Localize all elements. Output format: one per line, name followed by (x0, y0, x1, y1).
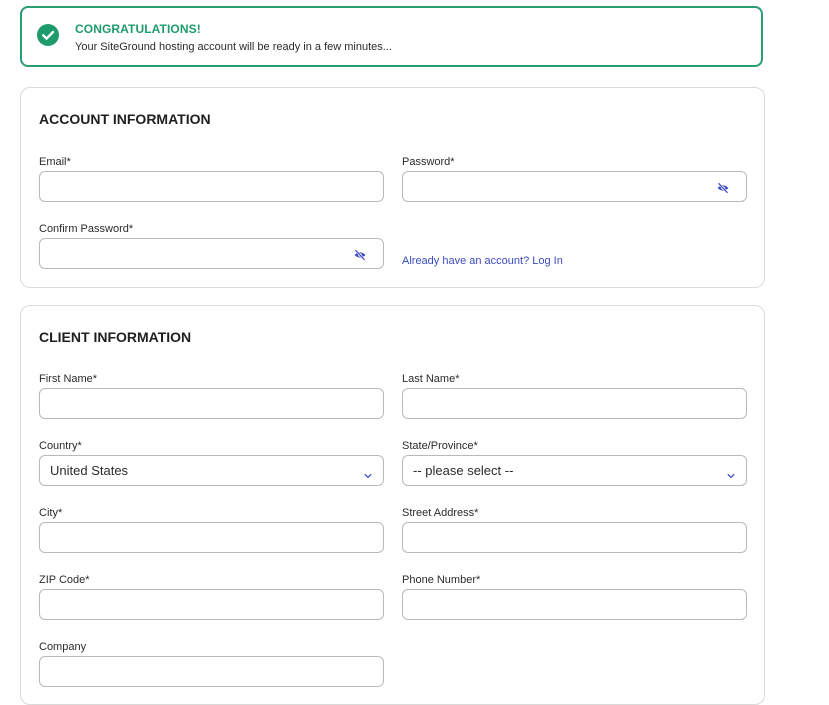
country-select[interactable]: United States (39, 455, 384, 486)
phone-number-label: Phone Number* (402, 574, 481, 586)
banner-title: CONGRATULATIONS! (75, 22, 201, 36)
first-name-label: First Name* (39, 373, 98, 385)
phone-number-input[interactable] (412, 591, 716, 620)
street-address-field[interactable] (402, 522, 747, 553)
email-input[interactable] (49, 173, 353, 202)
password-input[interactable] (412, 173, 716, 202)
email-label: Email* (39, 156, 71, 168)
zip-code-label: ZIP Code* (39, 574, 90, 586)
street-address-label: Street Address* (402, 507, 479, 519)
chevron-down-icon (727, 467, 735, 479)
confirm-password-field[interactable] (39, 238, 384, 269)
check-circle-icon (37, 24, 59, 46)
zip-code-field[interactable] (39, 589, 384, 620)
client-information-card: CLIENT INFORMATION First Name* Last Name… (20, 305, 765, 705)
eye-slash-icon[interactable] (716, 181, 730, 194)
confirm-password-input[interactable] (49, 240, 353, 269)
state-label: State/Province* (402, 440, 478, 452)
country-selected-value: United States (50, 463, 129, 478)
country-label: Country* (39, 440, 82, 452)
eye-slash-icon[interactable] (353, 248, 367, 261)
city-field[interactable] (39, 522, 384, 553)
password-field[interactable] (402, 171, 747, 202)
state-selected-value: -- please select -- (413, 463, 514, 478)
city-input[interactable] (49, 524, 353, 553)
email-field[interactable] (39, 171, 384, 202)
chevron-down-icon (364, 467, 372, 479)
zip-code-input[interactable] (49, 591, 353, 620)
first-name-input[interactable] (49, 390, 353, 419)
confirm-password-label: Confirm Password* (39, 223, 134, 235)
company-input[interactable] (49, 658, 353, 687)
street-address-input[interactable] (412, 524, 716, 553)
success-banner: CONGRATULATIONS! Your SiteGround hosting… (20, 6, 763, 67)
state-select[interactable]: -- please select -- (402, 455, 747, 486)
last-name-field[interactable] (402, 388, 747, 419)
last-name-input[interactable] (412, 390, 716, 419)
account-information-card: ACCOUNT INFORMATION Email* Password* Con… (20, 87, 765, 288)
password-label: Password* (402, 156, 455, 168)
phone-number-field[interactable] (402, 589, 747, 620)
banner-message: Your SiteGround hosting account will be … (75, 41, 392, 53)
company-label: Company (39, 641, 87, 653)
log-in-link[interactable]: Already have an account? Log In (402, 255, 563, 267)
account-information-title: ACCOUNT INFORMATION (39, 111, 211, 127)
city-label: City* (39, 507, 63, 519)
company-field[interactable] (39, 656, 384, 687)
client-information-title: CLIENT INFORMATION (39, 329, 192, 345)
last-name-label: Last Name* (402, 373, 460, 385)
first-name-field[interactable] (39, 388, 384, 419)
